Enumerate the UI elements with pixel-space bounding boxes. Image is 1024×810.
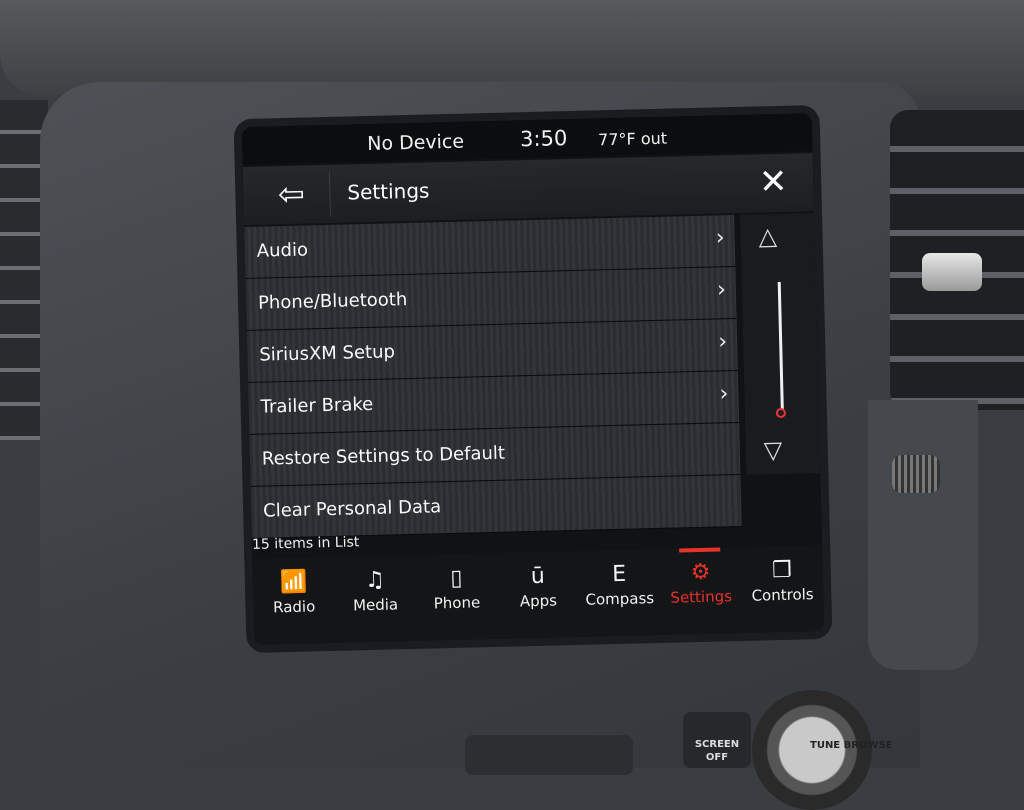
back-arrow-icon[interactable]: ⇦: [252, 170, 331, 219]
nav-settings[interactable]: ⚙ Settings: [659, 547, 742, 635]
nav-apps[interactable]: ū Apps: [497, 551, 580, 639]
page-title: Settings: [347, 178, 430, 205]
nav-label: Controls: [751, 585, 814, 605]
nav-label: Settings: [670, 587, 733, 607]
gear-icon: ⚙: [690, 559, 711, 586]
device-status: No Device: [366, 130, 465, 155]
phone-icon: ▯: [450, 565, 463, 592]
nav-label: Radio: [272, 597, 316, 617]
chevron-right-icon: ›: [715, 225, 725, 251]
nav-media[interactable]: ♫ Media: [334, 555, 417, 643]
dashboard-top: [0, 0, 1024, 95]
settings-item-label: Restore Settings to Default: [261, 442, 506, 470]
nav-phone[interactable]: ▯ Phone: [415, 553, 498, 641]
nav-radio[interactable]: 📶 Radio: [252, 557, 335, 645]
apps-icon: ū: [530, 563, 546, 590]
close-icon[interactable]: ✕: [743, 159, 804, 206]
list-count: 15 items in List: [251, 534, 360, 553]
settings-item-clear-personal-data[interactable]: Clear Personal Data: [250, 474, 742, 539]
nav-label: Phone: [433, 593, 481, 613]
nav-controls[interactable]: ❐ Controls: [741, 545, 824, 633]
nav-label: Compass: [585, 589, 655, 609]
outside-temperature: 77°F out: [597, 128, 668, 150]
settings-list: Audio › Phone/Bluetooth › SiriusXM Setup…: [244, 215, 742, 539]
settings-item-label: Clear Personal Data: [262, 496, 442, 522]
music-note-icon: ♫: [364, 567, 386, 594]
scroll-track[interactable]: [777, 281, 784, 410]
nav-compass[interactable]: E Compass: [578, 549, 661, 637]
screen-off-button[interactable]: SCREEN OFF: [683, 712, 751, 768]
chevron-right-icon: ›: [718, 329, 728, 355]
bottom-nav-bar: 📶 Radio ♫ Media ▯ Phone ū Apps E Compass…: [252, 544, 825, 645]
controls-icon: ❐: [771, 557, 793, 584]
scroll-down-icon[interactable]: ▽: [763, 436, 782, 464]
compass-icon: E: [611, 561, 627, 588]
chevron-right-icon: ›: [719, 381, 729, 407]
right-control-panel: [868, 400, 978, 670]
vent-knob[interactable]: [922, 253, 982, 291]
chevron-right-icon: ›: [716, 277, 727, 303]
radio-icon: 📶: [279, 569, 308, 596]
scroll-thumb[interactable]: [775, 407, 787, 419]
scrollbar[interactable]: △ ▽: [740, 213, 821, 475]
scroll-up-icon[interactable]: △: [758, 222, 777, 250]
settings-item-label: Phone/Bluetooth: [257, 289, 408, 314]
vent-wheel[interactable]: [892, 455, 940, 493]
nav-label: Media: [352, 595, 399, 615]
settings-item-label: Audio: [256, 239, 309, 262]
infotainment-screen: No Device 3:50 77°F out ⇦ Settings ✕ Aud…: [241, 113, 825, 645]
tune-browse-label: TUNE BROWSE: [810, 740, 893, 751]
nav-label: Apps: [519, 591, 558, 611]
settings-item-label: SiriusXM Setup: [259, 341, 396, 366]
clock: 3:50: [519, 126, 568, 152]
hardware-button[interactable]: [465, 735, 633, 775]
settings-item-label: Trailer Brake: [260, 393, 374, 418]
